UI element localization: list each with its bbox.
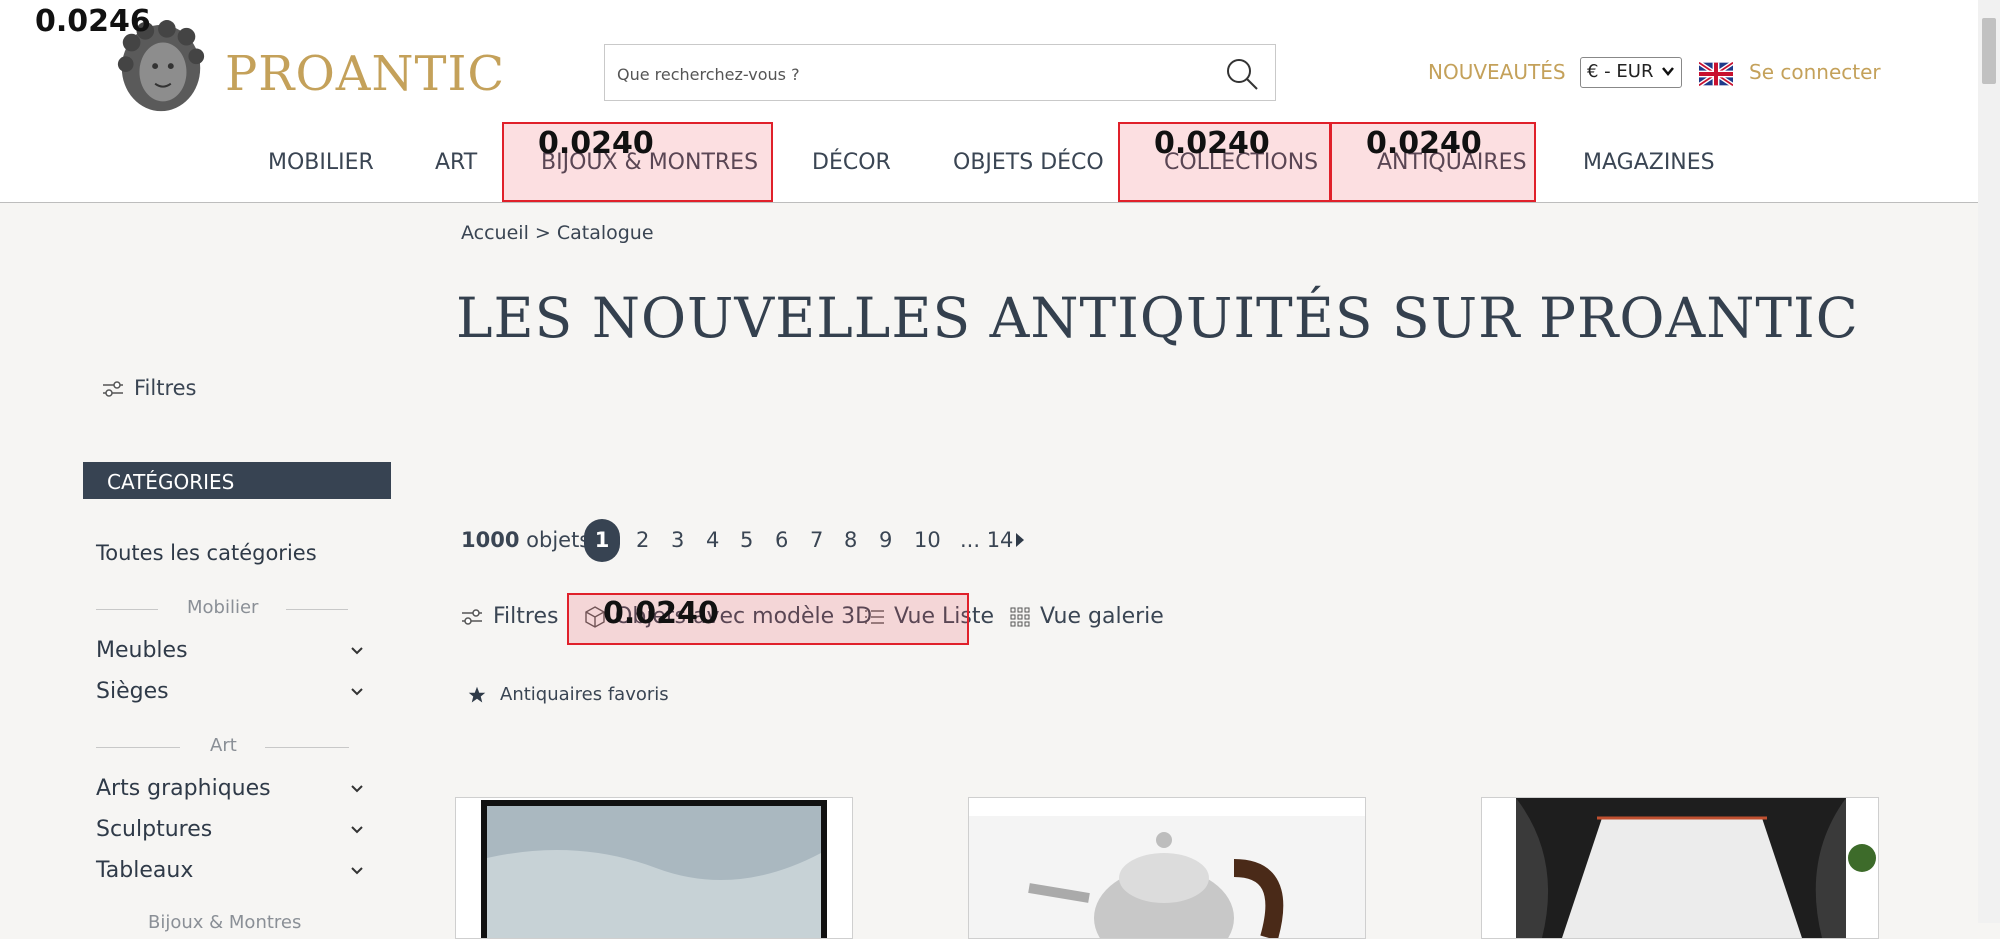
- divider: [265, 747, 349, 748]
- category-arts-graphiques[interactable]: Arts graphiques: [96, 776, 271, 801]
- score-label: 0.0240: [538, 126, 654, 161]
- page-scrollbar[interactable]: [1978, 0, 2000, 923]
- product-card[interactable]: [1481, 797, 1879, 939]
- product-image: [969, 798, 1365, 938]
- page-1-current[interactable]: 1: [584, 519, 620, 562]
- search-icon[interactable]: [1225, 57, 1259, 91]
- currency-select[interactable]: € - EUR: [1580, 57, 1682, 88]
- filter-icon: [462, 609, 482, 625]
- logo-text[interactable]: PROANTIC: [225, 46, 505, 102]
- all-categories-link[interactable]: Toutes les catégories: [96, 541, 317, 565]
- group-label-mobilier: Mobilier: [187, 597, 259, 618]
- divider: [96, 747, 180, 748]
- product-image: [1516, 798, 1876, 938]
- star-icon: [468, 686, 486, 703]
- login-link[interactable]: Se connecter: [1749, 60, 1881, 84]
- currency-value: € - EUR: [1587, 61, 1654, 82]
- search-box: [604, 44, 1276, 101]
- product-card[interactable]: [455, 797, 853, 939]
- page-2[interactable]: 2: [636, 528, 649, 552]
- category-sieges[interactable]: Sièges: [96, 679, 169, 704]
- sidebar-filters-label: Filtres: [134, 376, 197, 400]
- nav-decor[interactable]: DÉCOR: [812, 150, 891, 175]
- search-input[interactable]: [615, 57, 1209, 91]
- score-label: 0.0246: [35, 4, 151, 39]
- category-meubles[interactable]: Meubles: [96, 638, 188, 663]
- chevron-down-icon[interactable]: [350, 687, 364, 697]
- chevron-down-icon[interactable]: [350, 784, 364, 794]
- chevron-down-icon[interactable]: [350, 866, 364, 876]
- scrollbar-thumb[interactable]: [1982, 18, 1996, 84]
- favorite-dealers-filter[interactable]: Antiquaires favoris: [468, 684, 669, 705]
- category-tableaux[interactable]: Tableaux: [96, 858, 193, 883]
- nav-mobilier[interactable]: MOBILIER: [268, 150, 374, 175]
- results-count-number: 1000: [461, 528, 520, 552]
- chevron-down-icon: [1662, 67, 1674, 76]
- page-8[interactable]: 8: [844, 528, 857, 552]
- grid-icon: [1010, 607, 1030, 627]
- gallery-view-button[interactable]: Vue galerie: [1010, 604, 1164, 629]
- results-count-label: objets: [526, 528, 591, 552]
- toolbar-filters-label: Filtres: [493, 604, 559, 629]
- favorite-dealers-label: Antiquaires favoris: [500, 684, 669, 705]
- chevron-down-icon[interactable]: [350, 646, 364, 656]
- page-6[interactable]: 6: [775, 528, 788, 552]
- gallery-view-label: Vue galerie: [1040, 604, 1164, 629]
- group-label-art: Art: [210, 735, 237, 756]
- results-count: 1000 objets: [461, 528, 590, 552]
- nav-magazines[interactable]: MAGAZINES: [1583, 150, 1715, 175]
- divider: [96, 609, 158, 610]
- flag-uk-icon[interactable]: [1699, 62, 1733, 86]
- page-5[interactable]: 5: [740, 528, 753, 552]
- page-3[interactable]: 3: [671, 528, 684, 552]
- nav-art[interactable]: ART: [435, 150, 477, 175]
- nouveautes-link[interactable]: NOUVEAUTÉS: [1428, 60, 1566, 84]
- categories-header: CATÉGORIES: [83, 462, 391, 499]
- score-label: 0.0240: [1154, 126, 1270, 161]
- arrow-right-icon[interactable]: [1015, 533, 1025, 547]
- page-title: LES NOUVELLES ANTIQUITÉS SUR PROANTIC: [456, 286, 1859, 350]
- page-7[interactable]: 7: [810, 528, 823, 552]
- page-10[interactable]: 10: [914, 528, 941, 552]
- category-sculptures[interactable]: Sculptures: [96, 817, 212, 842]
- filter-icon: [103, 381, 123, 397]
- nav-objets-deco[interactable]: OBJETS DÉCO: [953, 150, 1104, 175]
- divider: [286, 609, 348, 610]
- product-image: [481, 800, 827, 938]
- chevron-down-icon[interactable]: [350, 825, 364, 835]
- score-label: 0.0240: [603, 596, 719, 631]
- page-last[interactable]: ... 14: [960, 528, 1013, 552]
- toolbar-filters-button[interactable]: Filtres: [461, 604, 558, 629]
- sidebar-filters-button[interactable]: Filtres: [102, 376, 197, 400]
- score-label: 0.0240: [1366, 126, 1482, 161]
- breadcrumb[interactable]: Accueil > Catalogue: [461, 222, 654, 244]
- product-card[interactable]: [968, 797, 1366, 939]
- page-9[interactable]: 9: [879, 528, 892, 552]
- page-4[interactable]: 4: [706, 528, 719, 552]
